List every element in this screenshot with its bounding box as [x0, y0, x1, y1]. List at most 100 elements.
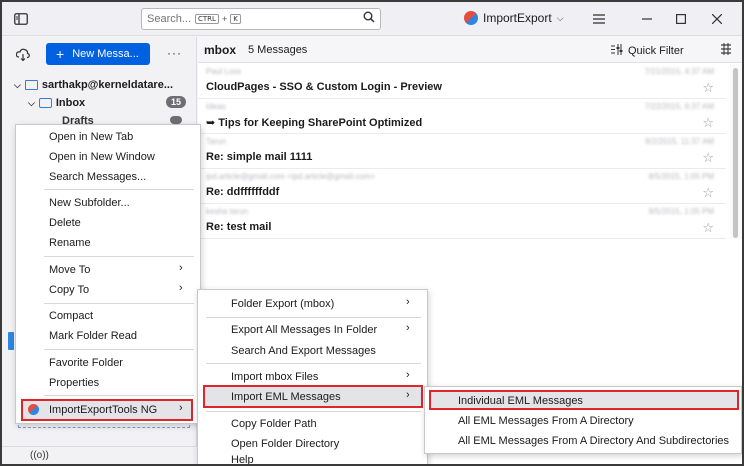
shortcut-plus: + [221, 14, 228, 24]
connection-status-icon: ((o)) [30, 450, 49, 461]
menu-folder-export-mbox[interactable]: Folder Export (mbox) [231, 298, 334, 310]
message-count: 5 Messages [248, 44, 308, 56]
account-switcher[interactable]: ImportExport ⌵ [464, 11, 564, 25]
menu-compact[interactable]: Compact [49, 310, 93, 322]
message-date: 7/22/2015, 6:37 AM [644, 102, 714, 111]
maximize-icon[interactable] [672, 10, 690, 28]
search-icon[interactable] [363, 11, 375, 26]
menu-separator [206, 411, 421, 412]
mail-account-icon [24, 80, 38, 90]
new-message-label: New Messa... [72, 48, 139, 60]
plus-icon: + [56, 46, 65, 62]
menu-importexporttools-ng[interactable]: ImportExportTools NG [49, 404, 157, 416]
message-subject: ➥ Tips for Keeping SharePoint Optimized [206, 117, 423, 129]
inbox-icon [38, 98, 52, 108]
menu-eml-from-directory[interactable]: All EML Messages From A Directory [458, 415, 634, 427]
chevron-down-icon: ⌵ [14, 79, 21, 90]
menu-move-to[interactable]: Move To [49, 264, 90, 276]
selected-folder-indicator [8, 332, 14, 350]
addon-icon [464, 11, 478, 25]
chevron-right-icon: › [406, 296, 410, 308]
message-date: 8/2/2015, 11:37 AM [645, 137, 714, 146]
message-row[interactable]: Ideas 7/22/2015, 6:37 AM ➥ Tips for Keep… [198, 99, 726, 134]
menu-export-all-messages[interactable]: Export All Messages In Folder [231, 324, 377, 336]
menu-mark-folder-read[interactable]: Mark Folder Read [49, 330, 137, 342]
scrollbar-thumb[interactable] [733, 68, 738, 238]
message-sender: Paul Loss [206, 67, 242, 76]
chevron-down-icon: ⌵ [28, 97, 35, 108]
menu-eml-from-directory-subdirs[interactable]: All EML Messages From A Directory And Su… [458, 435, 729, 447]
account-row[interactable]: ⌵ sarthakp@kerneldatare... [14, 79, 173, 91]
close-icon[interactable] [708, 10, 726, 28]
menu-separator [44, 189, 194, 190]
star-icon[interactable]: ☆ [702, 185, 714, 201]
minimize-icon[interactable] [638, 10, 656, 28]
star-icon[interactable]: ☆ [702, 220, 714, 236]
menu-import-eml-messages[interactable]: Import EML Messages [231, 391, 341, 403]
current-folder-name: mbox [204, 43, 237, 57]
message-row[interactable]: ipd.article@gmail.com <ipd.article@gmail… [198, 169, 726, 204]
search-box[interactable]: CTRL + K [141, 8, 381, 30]
message-sender: kesha tarun [206, 207, 248, 216]
message-sender: ipd.article@gmail.com <ipd.article@gmail… [206, 172, 376, 181]
message-row[interactable]: kesha tarun 8/5/2015, 1:05 PM Re: test m… [198, 204, 726, 239]
menu-new-subfolder[interactable]: New Subfolder... [49, 197, 130, 209]
star-icon[interactable]: ☆ [702, 150, 714, 166]
menu-help[interactable]: Help [231, 454, 254, 464]
get-messages-icon[interactable] [14, 45, 32, 63]
message-subject: Re: ddffffffddf [206, 186, 280, 198]
shortcut-ctrl: CTRL [195, 14, 219, 24]
folder-context-menu: Open in New Tab Open in New Window Searc… [15, 124, 201, 424]
menu-search-and-export[interactable]: Search And Export Messages [231, 345, 376, 357]
message-subject: Re: simple mail 1111 [206, 151, 313, 163]
shortcut-k: K [230, 14, 241, 24]
star-icon[interactable]: ☆ [702, 115, 714, 131]
import-eml-submenu: Individual EML Messages All EML Messages… [424, 386, 742, 454]
account-label: sarthakp@kerneldatare... [41, 79, 174, 91]
message-row[interactable]: Paul Loss 7/21/2015, 4:37 AM CloudPages … [198, 64, 726, 99]
menu-rename[interactable]: Rename [49, 237, 91, 249]
menu-search-messages[interactable]: Search Messages... [49, 171, 146, 183]
menu-delete[interactable]: Delete [49, 217, 81, 229]
menu-separator [206, 317, 421, 318]
chevron-right-icon: › [406, 322, 410, 334]
app-window: CTRL + K ImportExport ⌵ + [0, 0, 744, 466]
menu-import-mbox-files[interactable]: Import mbox Files [231, 371, 318, 383]
search-input[interactable] [147, 13, 193, 25]
menu-separator [44, 395, 194, 396]
status-bar: ((o)) [2, 446, 197, 464]
quick-filter-button[interactable]: Quick Filter [610, 44, 684, 58]
folder-inbox[interactable]: ⌵ Inbox [28, 97, 85, 109]
menu-individual-eml-messages[interactable]: Individual EML Messages [458, 395, 583, 407]
chevron-right-icon: › [179, 262, 183, 274]
menu-separator [44, 256, 194, 257]
inbox-unread-badge: 15 [166, 96, 187, 108]
chevron-right-icon: › [179, 282, 183, 294]
chevron-right-icon: › [179, 402, 183, 414]
sidebar-toggle-icon[interactable] [12, 10, 30, 28]
message-row[interactable]: Tarun 8/2/2015, 11:37 AM Re: simple mail… [198, 134, 726, 169]
importexport-addon-icon [28, 404, 39, 418]
message-list-header: mbox 5 Messages Quick Filter [198, 37, 742, 63]
menu-separator [44, 349, 194, 350]
menu-favorite-folder[interactable]: Favorite Folder [49, 357, 123, 369]
column-picker-icon[interactable] [720, 43, 732, 58]
menu-copy-folder-path[interactable]: Copy Folder Path [231, 418, 317, 430]
menu-open-new-window[interactable]: Open in New Window [49, 151, 155, 163]
menu-open-new-tab[interactable]: Open in New Tab [49, 131, 133, 143]
hamburger-menu-icon[interactable] [590, 10, 608, 28]
message-date: 7/21/2015, 4:37 AM [644, 67, 714, 76]
new-message-button[interactable]: + New Messa... [46, 43, 150, 65]
message-date: 8/5/2015, 1:05 PM [648, 172, 714, 181]
star-icon[interactable]: ☆ [702, 80, 714, 96]
chevron-right-icon: › [406, 369, 410, 381]
message-list-scrollbar[interactable] [730, 64, 742, 239]
chevron-right-icon: › [406, 389, 410, 401]
menu-separator [44, 303, 194, 304]
message-date: 8/5/2015, 1:05 PM [648, 207, 714, 216]
menu-properties[interactable]: Properties [49, 377, 99, 389]
more-options-icon[interactable]: ··· [167, 46, 182, 60]
menu-open-folder-directory[interactable]: Open Folder Directory [231, 438, 339, 450]
menu-copy-to[interactable]: Copy To [49, 284, 89, 296]
chevron-down-icon: ⌵ [556, 12, 564, 23]
